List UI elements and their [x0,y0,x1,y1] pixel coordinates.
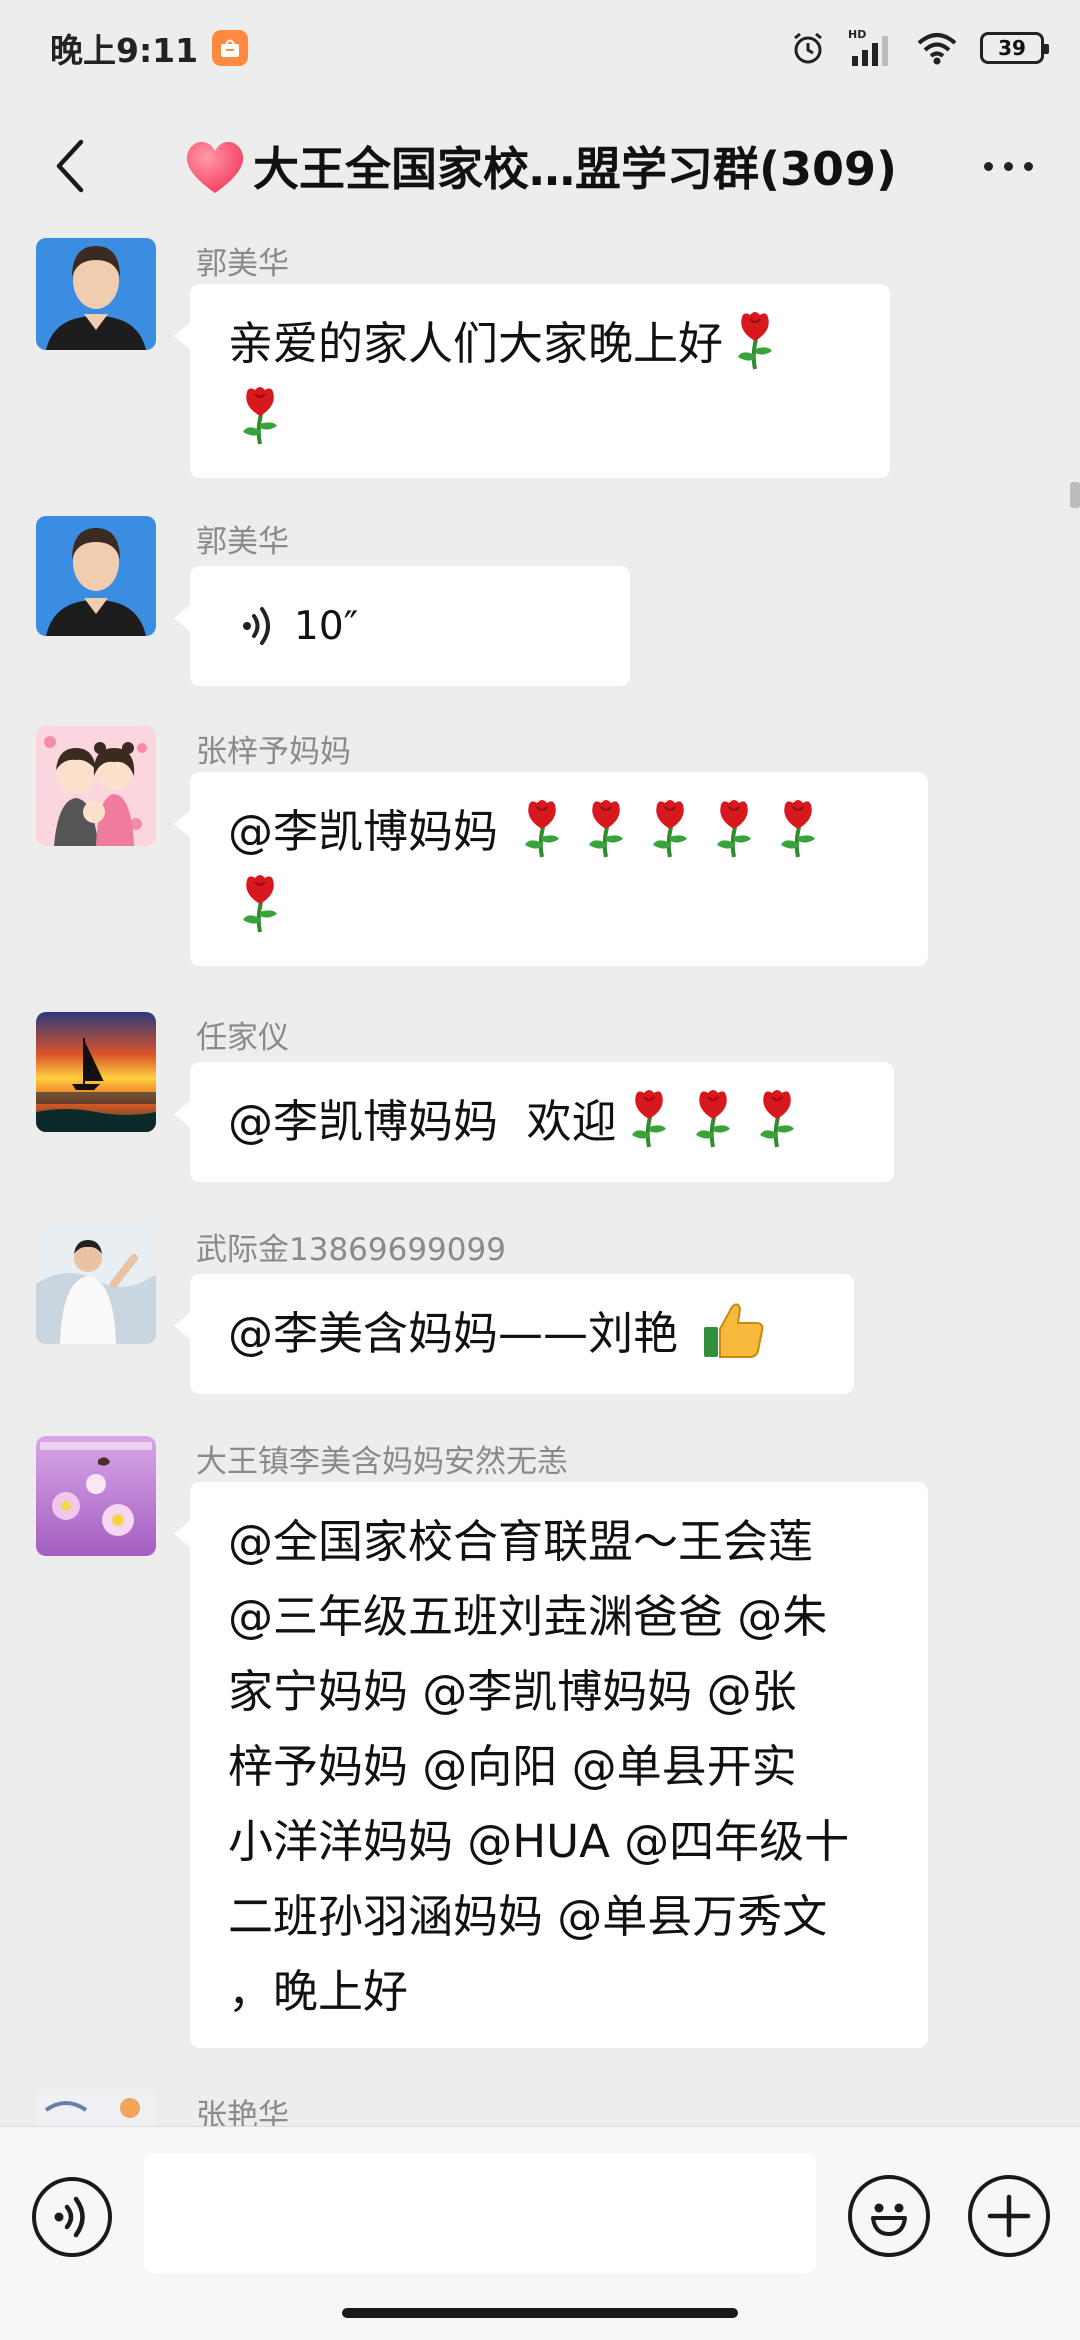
more-features-button[interactable] [968,2175,1050,2257]
avatar[interactable] [36,726,156,846]
message-line: 小洋洋妈妈 @HUA @四年级十 [228,1815,850,1868]
thumbs-up-emoji-icon [704,1303,764,1358]
rose-emoji-icon [525,800,560,858]
message-text: @李美含妈妈——刘艳 [228,1307,679,1360]
status-time: 晚上9:11 [50,31,199,70]
avatar[interactable] [36,238,156,350]
more-dots-icon [983,161,993,171]
status-left: 晚上9:11 [50,24,249,72]
battery-indicator: 39 [980,32,1049,64]
sender-name: 任家仪 [196,1020,289,1056]
plus-icon [987,2194,1031,2238]
chat-screen: 晚上9:11 HD 39 大王全国家校…盟学习群(309) 郭美华 亲爱的家人们… [0,0,1080,2340]
avatar[interactable] [36,1436,156,1556]
rose-emoji-icon [759,1090,794,1148]
message-line: 梓予妈妈 @向阳 @单县开实 [228,1740,797,1793]
message-bubble[interactable]: @李美含妈妈——刘艳 [174,1274,854,1394]
message-input[interactable] [144,2153,816,2273]
message-line: @三年级五班刘垚渊爸爸 @朱 [228,1590,828,1643]
sender-name: 武际金13869699099 [196,1232,506,1268]
heart-icon [186,141,244,193]
message-line: 家宁妈妈 @李凯博妈妈 @张 [228,1665,797,1718]
message-bubble[interactable]: @李凯博妈妈 欢迎 [174,1062,894,1182]
more-options-button[interactable] [972,136,1044,196]
rose-emoji-icon [631,1090,666,1148]
back-button[interactable] [40,136,100,196]
rose-emoji-icon [653,800,688,858]
avatar[interactable] [36,1224,156,1344]
home-indicator[interactable] [342,2308,738,2318]
title-bar: 大王全国家校…盟学习群(309) [0,96,1080,238]
sender-name: 张艳华 [196,2098,289,2126]
message-text: @全国家校合育联盟～王会莲 @三年级五班刘垚渊爸爸 @朱 家宁妈妈 @李凯博妈妈… [228,1504,892,2029]
avatar[interactable] [36,1012,156,1132]
battery-level: 39 [998,36,1026,60]
emoji-button[interactable] [848,2175,930,2257]
message-list[interactable]: 郭美华 亲爱的家人们大家晚上好 郭美华 10″ 张梓予妈妈 @李凯博妈妈 任家仪… [0,238,1080,2126]
status-bar: 晚上9:11 HD 39 [0,0,1080,96]
sender-name: 张梓予妈妈 [196,734,351,770]
shopping-app-icon [212,30,249,66]
more-dot [1023,161,1033,171]
voice-input-button[interactable] [32,2177,112,2257]
message-text: 亲爱的家人们大家晚上好 [228,317,724,370]
message-text: @李凯博妈妈 欢迎 [228,1095,617,1148]
scroll-indicator[interactable] [1070,482,1080,508]
sender-name: 大王镇李美含妈妈安然无恙 [196,1444,568,1480]
voice-wave-icon [243,607,270,645]
status-right: HD 39 [790,28,1049,68]
message-line: 二班孙羽涵妈妈 @单县万秀文 [228,1890,828,1943]
chat-title-text: 大王全国家校…盟学习群(309) [252,142,898,196]
message-bubble[interactable]: @全国家校合育联盟～王会莲 @三年级五班刘垚渊爸爸 @朱 家宁妈妈 @李凯博妈妈… [174,1482,928,2048]
rose-emoji-icon [243,387,277,445]
wifi-icon [917,33,957,65]
rose-emoji-icon [781,800,816,858]
rose-emoji-icon [738,312,773,370]
rose-emoji-icon [589,800,624,858]
alarm-icon [794,32,822,64]
avatar[interactable] [36,2090,156,2126]
back-chevron-icon [56,139,84,193]
rose-emoji-icon [695,1090,730,1148]
more-dot [1003,161,1013,171]
message-bubble[interactable]: 亲爱的家人们大家晚上好 [174,284,890,478]
voice-message: 10″ [228,588,594,664]
sender-name: 郭美华 [196,246,289,282]
sender-name: 郭美华 [196,524,289,560]
rose-emoji-icon [717,800,752,858]
emoji-icon [871,2203,907,2236]
svg-text:HD: HD [848,28,866,41]
message-bubble[interactable]: @李凯博妈妈 [174,772,928,966]
voice-duration: 10″ [294,603,359,649]
message-line: ，晚上好 [228,1965,409,2018]
message-text: @李凯博妈妈 [228,805,499,858]
signal-icon: HD [848,28,888,66]
voice-input-icon [54,2196,85,2238]
chat-title: 大王全国家校…盟学习群(309) [140,126,940,206]
rose-emoji-icon [243,875,277,933]
message-line: @全国家校合育联盟～王会莲 [228,1515,814,1568]
avatar[interactable] [36,516,156,636]
voice-message-bubble[interactable]: 10″ [174,566,630,686]
